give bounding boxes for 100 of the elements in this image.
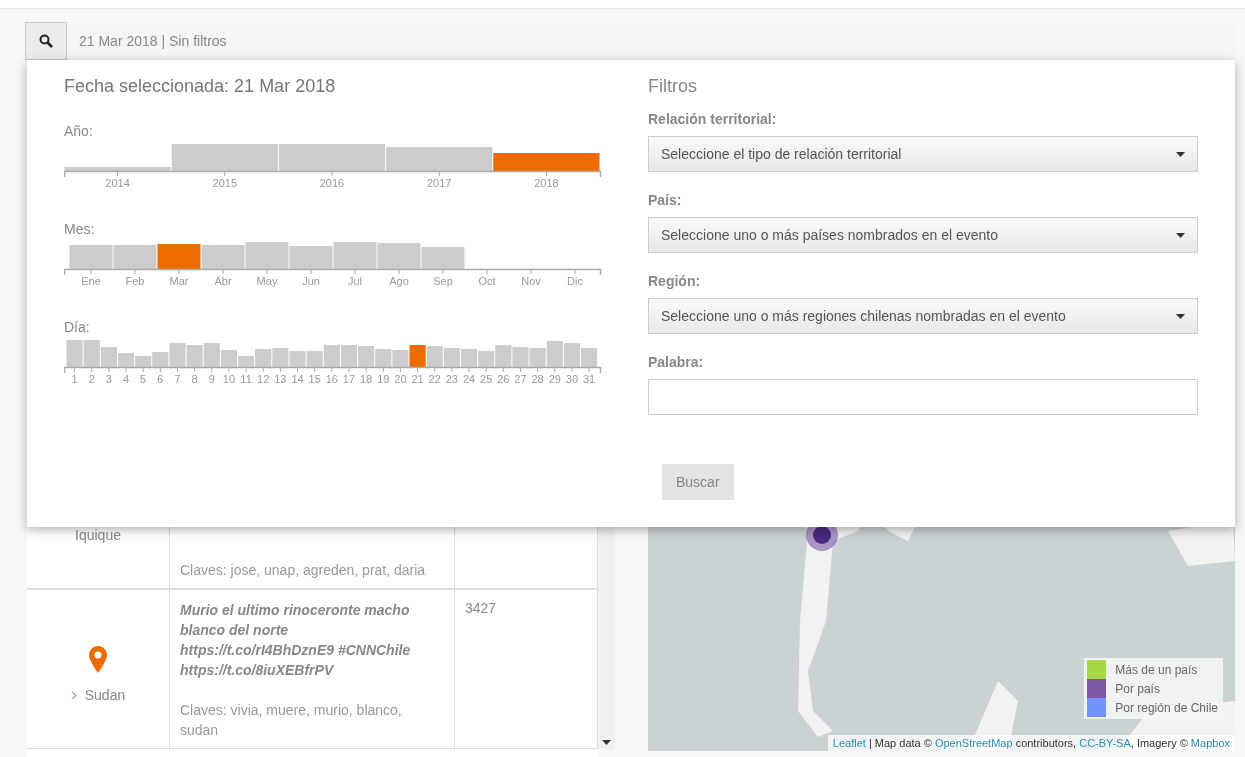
caret-icon bbox=[1176, 151, 1185, 157]
axis-label: 4 bbox=[122, 373, 130, 385]
axis-label: 10 bbox=[222, 373, 236, 385]
histogram-bar[interactable] bbox=[478, 351, 495, 367]
histogram-bar[interactable] bbox=[169, 343, 186, 367]
histogram-bar[interactable] bbox=[135, 356, 152, 367]
attribution-link[interactable]: OpenStreetMap bbox=[934, 737, 1013, 749]
histogram-bar[interactable] bbox=[100, 347, 117, 367]
axis-label: 2015 bbox=[212, 177, 238, 189]
histogram-bar[interactable] bbox=[323, 345, 340, 367]
table-row[interactable]: Sudan Murio el ultimo rinoceronte macho blanco del norte https://t.co/rI4BhDznE9 #CNNChile https://t.co/8iuXEBfrPV Claves: vivia, muere, murio, blanco, sudan 3427 bbox=[27, 589, 598, 749]
axis-label: 19 bbox=[377, 373, 390, 385]
histogram-bar[interactable] bbox=[409, 345, 426, 367]
histogram-bar[interactable] bbox=[201, 245, 245, 269]
histogram-bar[interactable] bbox=[289, 246, 333, 269]
histogram-bar[interactable] bbox=[203, 343, 220, 367]
histogram-bar[interactable] bbox=[245, 242, 289, 269]
axis-label: 8 bbox=[191, 373, 198, 385]
histogram-bar[interactable] bbox=[306, 351, 323, 367]
histogram-bar[interactable] bbox=[157, 244, 201, 269]
attribution-link[interactable]: Leaflet bbox=[832, 737, 866, 749]
attribution-link[interactable]: Mapbox bbox=[1190, 737, 1230, 749]
histogram-bar[interactable] bbox=[358, 346, 375, 367]
caret-icon bbox=[1176, 313, 1185, 319]
axis-label: 30 bbox=[565, 373, 579, 385]
axis-label: 2016 bbox=[319, 177, 345, 189]
axis-label: 28 bbox=[531, 373, 544, 385]
count-text: 3427 bbox=[465, 600, 497, 616]
histogram-bar[interactable] bbox=[220, 350, 237, 367]
chevron-icon[interactable] bbox=[70, 690, 77, 700]
axis-label: 9 bbox=[208, 373, 215, 385]
axis-label: 26 bbox=[497, 373, 510, 385]
histogram-bar[interactable] bbox=[392, 350, 409, 367]
histogram-bar[interactable] bbox=[546, 341, 563, 367]
histogram-bar[interactable] bbox=[64, 167, 171, 171]
tweet-text: Murio el ultimo rinoceronte macho blanco del norte https://t.co/rI4BhDznE9 #CNNChile https://t.co/8iuXEBfrPV bbox=[180, 601, 412, 680]
legend-label: Por región de Chile bbox=[1115, 700, 1219, 715]
axis-label: 16 bbox=[325, 373, 338, 385]
histogram-bar[interactable] bbox=[426, 346, 443, 367]
map-pin-icon bbox=[89, 646, 107, 673]
histogram-bar[interactable] bbox=[255, 349, 272, 367]
dropdown[interactable]: Seleccione uno o más países nombrados en el evento bbox=[648, 217, 1198, 253]
place-name: Sudan bbox=[84, 687, 126, 703]
histogram-bar[interactable] bbox=[443, 348, 460, 367]
histogram-bar[interactable] bbox=[581, 348, 598, 367]
caret-icon bbox=[1176, 232, 1185, 238]
field-label: Región: bbox=[648, 273, 702, 289]
axis-label: 24 bbox=[462, 373, 476, 385]
chart-label: Día: bbox=[64, 319, 91, 335]
axis-label: 2017 bbox=[426, 177, 452, 189]
filter-summary: 21 Mar 2018 | Sin filtros bbox=[79, 33, 227, 49]
histogram-bar[interactable] bbox=[66, 340, 83, 367]
axis-label: 2018 bbox=[534, 177, 559, 189]
histogram-bar[interactable] bbox=[83, 340, 100, 367]
dropdown[interactable]: Seleccione uno o más regiones chilenas nombradas en el evento bbox=[648, 298, 1198, 334]
axis-label: 12 bbox=[257, 373, 270, 385]
place-name: Iquique bbox=[75, 527, 121, 543]
histogram-bar[interactable] bbox=[421, 247, 465, 269]
axis-label: Feb bbox=[125, 275, 145, 287]
axis-label: 18 bbox=[360, 373, 373, 385]
axis-label: 1 bbox=[71, 373, 78, 385]
histogram-bar[interactable] bbox=[386, 147, 493, 171]
attribution-link[interactable]: CC-BY-SA bbox=[1079, 737, 1131, 749]
histogram-bar[interactable] bbox=[289, 351, 306, 367]
histogram-bar[interactable] bbox=[512, 347, 529, 367]
axis-label: 29 bbox=[548, 373, 561, 385]
search-button[interactable] bbox=[25, 22, 67, 60]
histogram-bar[interactable] bbox=[375, 349, 392, 367]
histogram-bar[interactable] bbox=[272, 348, 289, 367]
input-field[interactable] bbox=[648, 379, 1198, 415]
axis-label: 3 bbox=[105, 373, 112, 385]
histogram-bar[interactable] bbox=[563, 343, 580, 367]
histogram-bar[interactable] bbox=[171, 144, 278, 171]
histogram-bar[interactable] bbox=[493, 153, 600, 171]
histogram-bar[interactable] bbox=[333, 242, 377, 269]
axis-label: Ene bbox=[81, 275, 101, 287]
histogram-bar[interactable] bbox=[278, 144, 386, 171]
axis-label: 23 bbox=[445, 373, 458, 385]
histogram-bar[interactable] bbox=[460, 349, 478, 367]
search-icon bbox=[39, 34, 53, 48]
histogram-bar[interactable] bbox=[152, 352, 169, 367]
histogram-bar[interactable] bbox=[113, 245, 157, 269]
histogram-bar[interactable] bbox=[495, 345, 512, 367]
axis-label: 6 bbox=[157, 373, 164, 385]
axis-label: 27 bbox=[514, 373, 527, 385]
scroll-down-icon[interactable] bbox=[602, 740, 611, 745]
histogram-bar[interactable] bbox=[377, 243, 421, 269]
histogram-bar[interactable] bbox=[238, 356, 255, 367]
field-label: Palabra: bbox=[648, 354, 705, 370]
histogram-bar[interactable] bbox=[117, 353, 135, 367]
histogram-bar[interactable] bbox=[186, 345, 203, 367]
axis-label: 22 bbox=[428, 373, 441, 385]
axis-label: Abr bbox=[214, 275, 232, 287]
histogram-bar[interactable] bbox=[340, 345, 358, 367]
axis-label: 14 bbox=[291, 373, 304, 385]
histogram-bar[interactable] bbox=[529, 348, 546, 367]
histogram-bar[interactable] bbox=[69, 245, 113, 269]
legend-label: Más de un país bbox=[1115, 662, 1199, 677]
legend-label: Por país bbox=[1115, 681, 1161, 696]
dropdown[interactable]: Seleccione el tipo de relación territorial bbox=[648, 136, 1198, 172]
